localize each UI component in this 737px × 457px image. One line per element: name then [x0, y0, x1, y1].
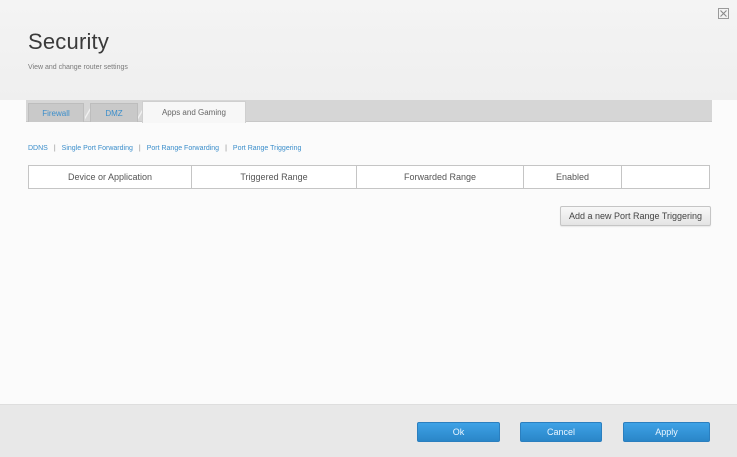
subnav-ddns[interactable]: DDNS	[28, 145, 48, 152]
port-range-triggering-table: Device or Application Triggered Range Fo…	[28, 165, 710, 189]
tab-dmz[interactable]: DMZ	[90, 103, 138, 122]
tab-firewall[interactable]: Firewall	[28, 103, 84, 122]
apply-button[interactable]: Apply	[623, 422, 710, 442]
tab-bar: Firewall DMZ Apps and Gaming	[26, 100, 712, 123]
cancel-button[interactable]: Cancel	[520, 422, 602, 442]
security-window: Security View and change router settings…	[0, 0, 737, 457]
page-title: Security	[28, 29, 110, 54]
subnav: DDNS | Single Port Forwarding | Port Ran…	[28, 145, 301, 152]
add-port-range-triggering-button[interactable]: Add a new Port Range Triggering	[560, 206, 711, 226]
ok-button[interactable]: Ok	[417, 422, 500, 442]
subnav-single-port-forwarding[interactable]: Single Port Forwarding	[62, 145, 133, 152]
close-button[interactable]	[718, 8, 729, 19]
column-header-enabled: Enabled	[524, 166, 622, 188]
subnav-port-range-forwarding[interactable]: Port Range Forwarding	[147, 145, 219, 152]
page-subtitle: View and change router settings	[28, 64, 128, 71]
column-header-triggered-range: Triggered Range	[192, 166, 357, 188]
subnav-separator: |	[225, 145, 227, 152]
column-header-device: Device or Application	[29, 166, 192, 188]
column-header-actions	[622, 166, 709, 188]
subnav-port-range-triggering[interactable]: Port Range Triggering	[233, 145, 301, 152]
subnav-separator: |	[53, 145, 56, 152]
tab-apps-and-gaming[interactable]: Apps and Gaming	[142, 101, 246, 123]
column-header-forwarded-range: Forwarded Range	[357, 166, 524, 188]
subnav-separator: |	[138, 145, 141, 152]
page-header: Security View and change router settings	[0, 0, 737, 100]
close-icon	[720, 10, 727, 17]
